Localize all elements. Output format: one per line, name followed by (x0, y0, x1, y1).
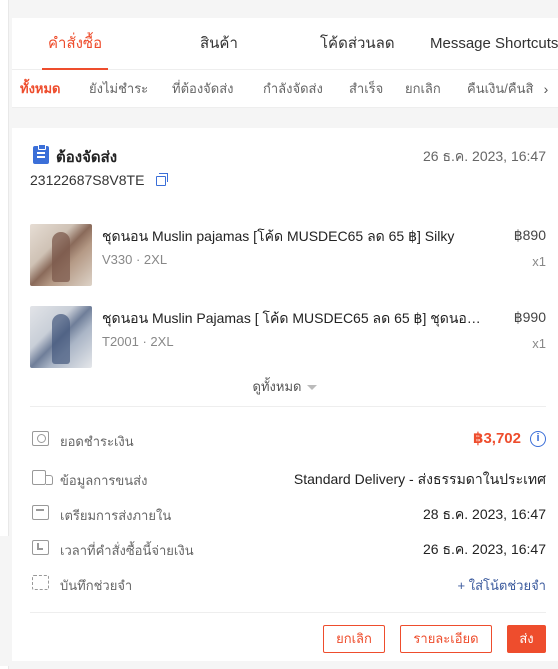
ship-button[interactable]: ส่ง (507, 625, 546, 653)
add-note-link[interactable]: + ใส่โน้ตช่วยจำ (458, 575, 546, 596)
paid-row: เวลาที่คำสั่งซื้อนี้จ่ายเงิน 26 ธ.ค. 202… (12, 537, 558, 561)
product-thumbnail (30, 224, 92, 286)
subtab-unpaid[interactable]: ยังไม่ชำระ (89, 70, 148, 107)
order-status-tabs: ทั้งหมด ยังไม่ชำระ ที่ต้องจัดส่ง กำลังจั… (12, 70, 558, 108)
tab-products[interactable]: สินค้า (200, 18, 238, 70)
order-id: 23122687S8V8TE (30, 172, 145, 188)
copy-icon[interactable] (156, 173, 168, 186)
product-quantity: x1 (532, 336, 546, 351)
subtab-cancelled[interactable]: ยกเลิก (405, 70, 441, 107)
top-background (12, 0, 558, 18)
order-details-button[interactable]: รายละเอียด (400, 625, 492, 653)
shipping-label: ข้อมูลการขนส่ง (60, 473, 148, 488)
see-all-label: ดูทั้งหมด (252, 379, 302, 394)
tab-orders[interactable]: คำสั่งซื้อ (41, 18, 109, 70)
cancel-order-button[interactable]: ยกเลิก (323, 625, 385, 653)
product-variation: T2001 · 2XL (102, 334, 174, 349)
shipping-row: ข้อมูลการขนส่ง Standard Delivery - ส่งธร… (12, 467, 558, 491)
left-panel-gap (0, 536, 9, 666)
subtab-all[interactable]: ทั้งหมด (20, 70, 61, 107)
subtab-shipping[interactable]: กำลังจัดส่ง (263, 70, 323, 107)
note-icon (32, 575, 49, 590)
product-item[interactable]: ชุดนอน Muslin Pajamas [ โค้ด MUSDEC65 ลด… (12, 306, 558, 376)
prepare-deadline: 28 ธ.ค. 2023, 16:47 (423, 506, 546, 522)
left-panel-edge (0, 0, 12, 669)
clipboard-icon (33, 144, 49, 164)
info-icon[interactable]: i (530, 431, 546, 447)
subtab-to-ship[interactable]: ที่ต้องจัดส่ง (172, 70, 234, 107)
total-row: ยอดชำระเงิน ฿3,702 i (12, 428, 558, 452)
product-name: ชุดนอน Muslin pajamas [โค้ด MUSDEC65 ลด … (102, 228, 455, 244)
clock-icon (32, 540, 49, 555)
calendar-icon (32, 505, 49, 520)
main-panel: คำสั่งซื้อ สินค้า โค้ดส่วนลด Message Sho… (12, 0, 558, 669)
product-variation: V330 · 2XL (102, 252, 168, 267)
order-card: ต้องจัดส่ง 26 ธ.ค. 2023, 16:47 23122687S… (12, 128, 558, 661)
chevron-right-icon[interactable]: › (534, 70, 558, 107)
tab-discount-codes[interactable]: โค้ดส่วนลด (320, 18, 395, 70)
shipping-method: Standard Delivery - ส่งธรรมดาในประเทศ (293, 471, 546, 487)
money-icon (32, 431, 49, 446)
product-thumbnail (30, 306, 92, 368)
paid-time: 26 ธ.ค. 2023, 16:47 (423, 541, 546, 557)
truck-icon (32, 470, 53, 485)
product-item[interactable]: ชุดนอน Muslin pajamas [โค้ด MUSDEC65 ลด … (12, 224, 558, 294)
see-all-button[interactable]: ดูทั้งหมด (12, 376, 558, 397)
bottom-background (12, 661, 558, 669)
total-amount: ฿3,702 (473, 430, 521, 447)
note-row: บันทึกช่วยจำ + ใส่โน้ตช่วยจำ (12, 572, 558, 596)
divider (30, 612, 546, 613)
caret-down-icon (307, 385, 318, 391)
product-price: ฿890 (513, 227, 546, 243)
product-quantity: x1 (532, 254, 546, 269)
total-label: ยอดชำระเงิน (60, 434, 134, 449)
product-name: ชุดนอน Muslin Pajamas [ โค้ด MUSDEC65 ลด… (102, 310, 490, 326)
order-status: ต้องจัดส่ง (56, 149, 118, 166)
divider (30, 406, 546, 407)
paid-label: เวลาที่คำสั่งซื้อนี้จ่ายเงิน (60, 543, 194, 558)
tab-message-shortcuts[interactable]: Message Shortcuts (430, 18, 558, 70)
top-tabs: คำสั่งซื้อ สินค้า โค้ดส่วนลด Message Sho… (12, 18, 558, 70)
product-price: ฿990 (513, 309, 546, 325)
note-label: บันทึกช่วยจำ (60, 578, 133, 593)
subtab-completed[interactable]: สำเร็จ (349, 70, 383, 107)
order-time: 26 ธ.ค. 2023, 16:47 (423, 148, 546, 164)
prepare-label: เตรียมการส่งภายใน (60, 508, 172, 523)
section-gap (12, 108, 558, 128)
prepare-row: เตรียมการส่งภายใน 28 ธ.ค. 2023, 16:47 (12, 502, 558, 526)
